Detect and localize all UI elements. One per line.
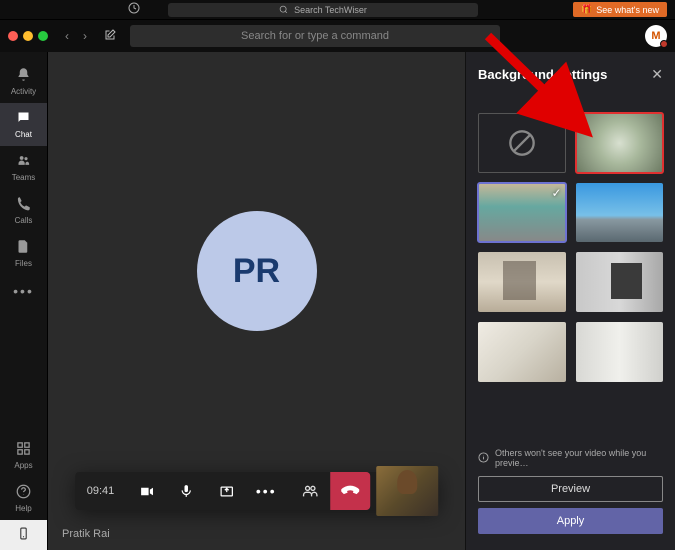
rail-chat[interactable]: Chat bbox=[0, 103, 47, 146]
bg-option-4[interactable] bbox=[576, 252, 664, 312]
top-search-placeholder: Search TechWiser bbox=[294, 5, 367, 15]
caller-initials: PR bbox=[233, 252, 280, 291]
share-button[interactable] bbox=[206, 472, 246, 510]
caller-avatar: PR bbox=[197, 211, 317, 331]
window-close-icon[interactable] bbox=[8, 31, 18, 41]
phone-icon bbox=[16, 196, 31, 214]
close-icon[interactable]: ✕ bbox=[651, 66, 663, 83]
self-video-thumbnail[interactable] bbox=[376, 466, 438, 516]
profile-avatar[interactable]: M bbox=[645, 25, 667, 47]
nav-forward-icon[interactable]: › bbox=[80, 29, 90, 43]
panel-title: Background settings bbox=[478, 67, 607, 82]
whats-new-button[interactable]: 🎁 See what's new bbox=[573, 2, 667, 17]
gift-icon: 🎁 bbox=[581, 4, 592, 15]
rail-files[interactable]: Files bbox=[0, 232, 47, 275]
rail-more[interactable]: ••• bbox=[13, 275, 34, 307]
teams-icon bbox=[16, 153, 31, 171]
hangup-button[interactable] bbox=[330, 472, 370, 510]
bell-icon bbox=[16, 67, 31, 85]
bg-option-3[interactable] bbox=[478, 252, 566, 312]
nav-back-icon[interactable]: ‹ bbox=[62, 29, 72, 43]
help-icon bbox=[16, 484, 31, 502]
rail-help[interactable]: Help bbox=[0, 477, 47, 520]
window-minimize-icon[interactable] bbox=[23, 31, 33, 41]
files-icon bbox=[16, 239, 31, 257]
chat-icon bbox=[16, 110, 31, 128]
info-text: Others won't see your video while you pr… bbox=[495, 448, 663, 468]
rail-device[interactable] bbox=[0, 520, 47, 550]
avatar-initial: M bbox=[651, 30, 660, 42]
rail-apps[interactable]: Apps bbox=[0, 434, 47, 477]
apply-button[interactable]: Apply bbox=[478, 508, 663, 534]
window-maximize-icon[interactable] bbox=[38, 31, 48, 41]
more-actions-button[interactable]: ••• bbox=[246, 472, 286, 510]
rail-label: Apps bbox=[14, 461, 32, 470]
rail-label: Help bbox=[15, 504, 31, 513]
participants-button[interactable] bbox=[290, 472, 330, 510]
rail-label: Activity bbox=[11, 87, 36, 96]
rail-label: Files bbox=[15, 259, 32, 268]
rail-label: Teams bbox=[12, 173, 36, 182]
device-icon bbox=[17, 527, 30, 543]
check-icon: ✓ bbox=[551, 186, 561, 200]
camera-button[interactable] bbox=[126, 472, 166, 510]
rail-calls[interactable]: Calls bbox=[0, 189, 47, 232]
whats-new-label: See what's new bbox=[596, 5, 659, 15]
bg-option-5[interactable] bbox=[478, 322, 566, 382]
history-icon[interactable] bbox=[128, 2, 140, 17]
bg-option-1[interactable]: ✓ bbox=[478, 183, 566, 243]
bg-option-none[interactable] bbox=[478, 113, 566, 173]
call-duration: 09:41 bbox=[75, 485, 127, 497]
call-controls: 09:41 ••• bbox=[75, 472, 439, 510]
compose-icon[interactable] bbox=[98, 29, 122, 44]
preview-button[interactable]: Preview bbox=[478, 476, 663, 502]
video-area: PR 09:41 ••• bbox=[48, 52, 465, 550]
top-search[interactable]: Search TechWiser bbox=[168, 3, 478, 17]
info-icon bbox=[478, 452, 489, 465]
bg-option-2[interactable] bbox=[576, 183, 664, 243]
presence-dot bbox=[660, 40, 668, 48]
bg-option-6[interactable] bbox=[576, 322, 664, 382]
command-search[interactable]: Search for or type a command bbox=[130, 25, 500, 47]
caller-name: Pratik Rai bbox=[62, 528, 110, 540]
rail-label: Chat bbox=[15, 130, 32, 139]
apps-icon bbox=[16, 441, 31, 459]
rail-teams[interactable]: Teams bbox=[0, 146, 47, 189]
background-settings-panel: Background settings ✕ ✓ bbox=[465, 52, 675, 550]
mic-button[interactable] bbox=[166, 472, 206, 510]
rail-activity[interactable]: Activity bbox=[0, 60, 47, 103]
rail-label: Calls bbox=[15, 216, 33, 225]
bg-option-blur[interactable] bbox=[576, 113, 664, 173]
command-search-placeholder: Search for or type a command bbox=[241, 30, 389, 42]
